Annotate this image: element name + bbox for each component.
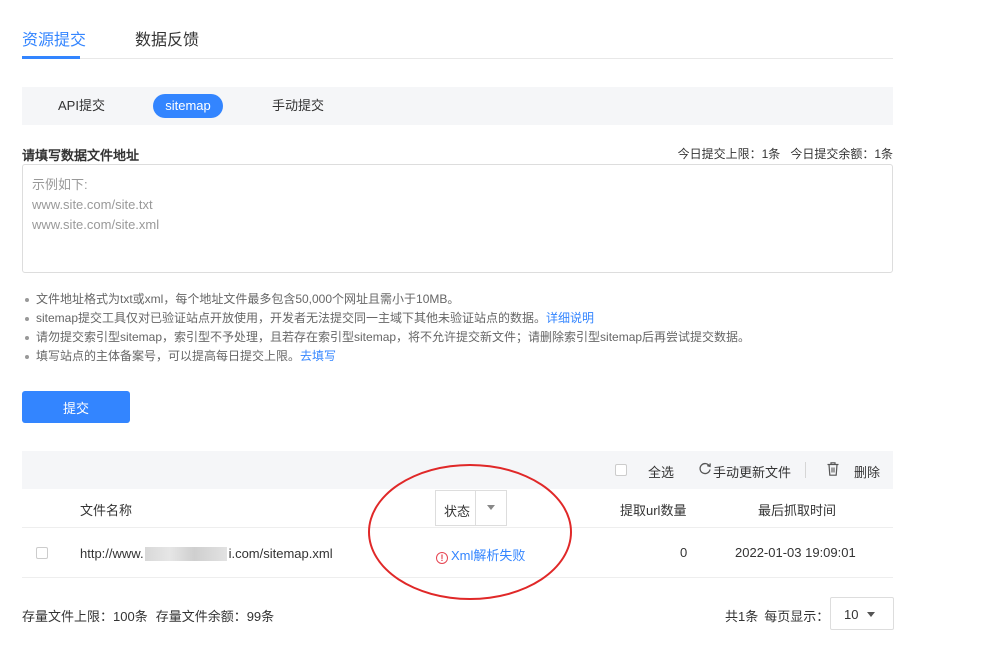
tab-api-submit[interactable]: API提交 [58,94,105,118]
refresh-files-button[interactable]: 手动更新文件 [713,462,791,481]
col-last-crawl-time: 最后抓取时间 [758,503,837,518]
select-all-label[interactable]: 全选 [648,462,674,481]
chevron-down-icon [867,612,875,617]
dropdown-divider [475,491,476,525]
status-parse-failed[interactable]: ! Xml解析失败 [436,545,525,564]
tip-item: 请勿提交索引型sitemap，索引型不予处理，且若存在索引型sitemap，将不… [22,328,922,347]
top-tab-bar: 资源提交 数据反馈 [22,0,893,59]
quota-info: 今日提交上限：1条 今日提交余额：1条 [668,145,893,162]
table-row: http://www. i.com/sitemap.xml ! Xml解析失败 0 … [22,528,893,578]
tip-item: sitemap提交工具仅对已验证站点开放使用，开发者无法提交同一主域下其他未验证… [22,309,922,328]
active-tab-indicator [22,56,80,59]
tab-data-feedback[interactable]: 数据反馈 [135,26,199,50]
chevron-down-icon[interactable] [487,505,495,510]
submit-button[interactable]: 提交 [22,391,130,423]
details-link[interactable]: 详细说明 [546,311,594,325]
storage-remaining: 存量文件余额：99条 [155,609,275,624]
total-count: 共1条 [725,609,759,624]
sitemap-url-input[interactable] [22,164,893,273]
tab-resource-submit[interactable]: 资源提交 [22,26,86,50]
refresh-icon[interactable] [698,462,712,477]
trash-icon[interactable] [826,461,840,480]
col-status: 状态 [444,504,471,519]
tab-sitemap[interactable]: sitemap [153,94,223,118]
tips-list: 文件地址格式为txt或xml，每个地址文件最多包含50,000个网址且需小于10… [22,290,922,366]
col-url-count: 提取url数量 [620,503,687,518]
select-all-checkbox[interactable] [615,464,627,476]
pagination-info: 共1条 每页显示： [725,606,829,625]
daily-limit: 今日提交上限：1条 [677,147,781,161]
table-header: 文件名称 状态 提取url数量 最后抓取时间 [22,489,893,528]
page-size-value: 10 [844,607,859,622]
redacted-domain [144,546,227,561]
col-file-name: 文件名称 [80,503,133,518]
status-filter-dropdown[interactable]: 状态 [435,490,507,526]
url-field-label: 请填写数据文件地址 [22,148,140,163]
submit-method-tabs: API提交 sitemap 手动提交 [22,87,893,125]
row-checkbox[interactable] [36,547,48,559]
per-page-label: 每页显示： [764,609,830,624]
tip-item: 文件地址格式为txt或xml，每个地址文件最多包含50,000个网址且需小于10… [22,290,922,309]
storage-info: 存量文件上限：100条 存量文件余额：99条 [22,606,274,625]
url-count-value: 0 [680,545,688,560]
daily-remaining: 今日提交余额：1条 [790,147,893,161]
page-size-select[interactable]: 10 [830,597,894,630]
storage-limit: 存量文件上限：100条 [22,609,148,624]
delete-button[interactable]: 删除 [854,462,880,481]
fill-in-link[interactable]: 去填写 [300,349,336,363]
last-crawl-time-value: 2022-01-03 19:09:01 [735,545,856,560]
table-toolbar: 全选 手动更新文件 删除 [22,451,893,489]
sitemap-url: http://www. i.com/sitemap.xml [80,546,333,562]
tip-item: 填写站点的主体备案号，可以提高每日提交上限。去填写 [22,347,922,366]
tab-manual-submit[interactable]: 手动提交 [272,94,324,118]
warning-icon: ! [436,552,448,564]
toolbar-divider [805,462,806,478]
